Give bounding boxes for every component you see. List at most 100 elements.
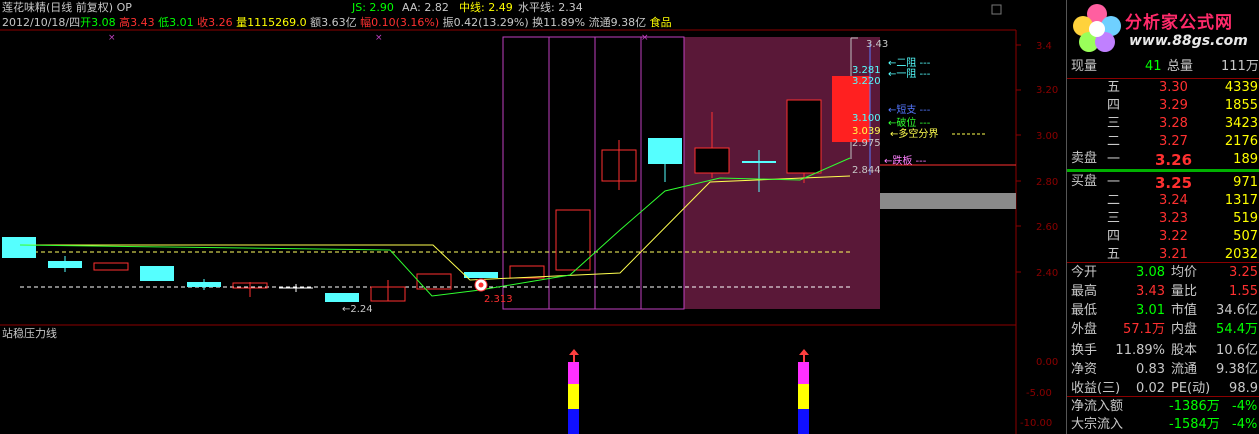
buy-level-1[interactable]: 一 3.25 971: [1067, 174, 1259, 192]
signal-bar: [798, 384, 809, 409]
price-axis-label: 2.40: [1036, 268, 1058, 279]
level-price: 3.29: [1159, 98, 1188, 113]
net-inflow-label: 净流入额: [1071, 399, 1124, 414]
stat-label: PE(动): [1171, 381, 1211, 396]
candlestick-chart[interactable]: × × × 3.43 3.281 3.220 ←二阻 --- ←一阻 --- ←…: [0, 0, 1066, 434]
stat-row: 换手 11.89% 股本 10.6亿: [1067, 342, 1259, 360]
candle: [648, 138, 682, 164]
price-axis-label: 3.00: [1036, 131, 1058, 142]
stat-value: 34.6亿: [1216, 303, 1258, 318]
buy-level-4[interactable]: 四 3.22 507: [1067, 228, 1259, 246]
candle: [325, 293, 359, 302]
buy-level-3[interactable]: 三 3.23 519: [1067, 210, 1259, 228]
level-3100: 3.100: [852, 113, 881, 124]
label-limit-down: ←跌板 ---: [884, 154, 927, 167]
stat-label: 量比: [1171, 284, 1198, 299]
indicator-axis-label: -5.00: [1026, 388, 1052, 399]
stock-title: 莲花味精(日线 前复权) OP: [2, 1, 132, 14]
chart-area[interactable]: × × × 3.43 3.281 3.220 ←二阻 --- ←一阻 --- ←…: [0, 0, 1066, 434]
stat-value: 0.83: [1136, 362, 1165, 377]
net-inflow-pct: -4%: [1232, 399, 1258, 414]
level-price: 3.25: [1155, 174, 1193, 192]
price-axis-label: 3.20: [1036, 85, 1058, 96]
level-volume: 507: [1233, 229, 1258, 244]
stat-label: 流通: [1171, 362, 1198, 377]
level-volume: 971: [1233, 175, 1258, 190]
stat-value: 3.43: [1136, 284, 1165, 299]
close-label: 收3.26: [197, 16, 233, 29]
header-line-2: 2012/10/18/四开3.08 高3.43 低3.01 收3.26 量111…: [2, 16, 702, 30]
marker-x-icon: ×: [641, 33, 649, 43]
sell-level-3[interactable]: 三 3.28 3423: [1067, 115, 1259, 133]
high-label: 高3.43: [119, 16, 155, 29]
signal-bar: [568, 362, 579, 384]
block-inflow-pct: -4%: [1232, 417, 1258, 432]
buy-level-5[interactable]: 五 3.21 2032: [1067, 246, 1259, 264]
level-label: 四: [1107, 98, 1121, 113]
turnover-label: 换11.89%: [532, 16, 586, 29]
label-first-resistance: ←一阻 ---: [888, 68, 931, 80]
block-inflow-label: 大宗流入: [1071, 417, 1124, 432]
signal-bar: [568, 409, 579, 434]
open-label: 开3.08: [80, 16, 116, 29]
block-inflow-value: -1584万: [1169, 417, 1220, 432]
label-short-support: ←短支 ---: [888, 103, 931, 116]
stat-value: 3.01: [1136, 303, 1165, 318]
total-volume-label: 总量: [1167, 59, 1194, 74]
level-3220: 3.220: [852, 76, 881, 87]
level-label: 一: [1107, 175, 1121, 190]
sector-label: 食品: [649, 16, 672, 29]
level-343: 3.43: [866, 39, 888, 50]
level-volume: 4339: [1224, 80, 1258, 95]
candle: [187, 282, 221, 287]
stat-label: 均价: [1171, 265, 1198, 280]
amount-label: 额3.63亿: [310, 16, 357, 29]
gray-band: [880, 193, 1016, 209]
level-price: 3.27: [1159, 134, 1188, 149]
level-price: 3.28: [1159, 116, 1188, 131]
site-logo: 分析家公式网 www.88gs.com: [1067, 0, 1259, 56]
level-volume: 2032: [1224, 247, 1258, 262]
amplitude-label: 振0.42(13.29%): [442, 16, 529, 29]
stat-label: 最高: [1071, 284, 1098, 299]
stat-row: 最低 3.01 市值 34.6亿: [1067, 302, 1259, 320]
sell-level-1[interactable]: 一 3.26 189: [1067, 151, 1259, 169]
marker-x-icon: ×: [108, 33, 116, 43]
level-label: 二: [1107, 134, 1121, 149]
indicator-title: 站稳压力线: [2, 327, 57, 340]
candle: [464, 272, 498, 278]
stat-value: 9.38亿: [1216, 362, 1258, 377]
midline-value: 中线: 2.49: [459, 1, 513, 14]
sell-level-4[interactable]: 四 3.29 1855: [1067, 97, 1259, 115]
logo-title: 分析家公式网: [1125, 13, 1233, 33]
volume-label: 量1115269.0: [236, 16, 307, 29]
stat-value: 54.4万: [1216, 322, 1258, 337]
level-2975: 2.975: [852, 138, 881, 149]
candle: [2, 237, 36, 258]
js-value: JS: 2.90: [352, 1, 394, 14]
quote-panel: 分析家公式网 www.88gs.com 现量 41 总量 111万 卖盘 买盘 …: [1066, 0, 1259, 434]
date-label: 2012/10/18/四: [2, 16, 81, 29]
signal-bar: [568, 384, 579, 409]
stat-row: 最高 3.43 量比 1.55: [1067, 283, 1259, 301]
label-second-resistance: ←二阻 ---: [888, 57, 931, 69]
sell-level-5[interactable]: 五 3.30 4339: [1067, 79, 1259, 97]
level-volume: 1317: [1224, 193, 1258, 208]
logo-url[interactable]: www.88gs.com: [1129, 33, 1248, 49]
candle: [48, 261, 82, 268]
level-price: 3.30: [1159, 80, 1188, 95]
float-label: 流通9.38亿: [588, 16, 647, 29]
buy-level-2[interactable]: 二 3.24 1317: [1067, 192, 1259, 210]
stat-label: 市值: [1171, 303, 1198, 318]
current-volume-value: 41: [1145, 59, 1162, 74]
level-price: 3.21: [1159, 247, 1188, 262]
level-label: 四: [1107, 229, 1121, 244]
low-label: 低3.01: [158, 16, 194, 29]
stat-label: 内盘: [1171, 322, 1198, 337]
marker-x-icon: ×: [375, 33, 383, 43]
stat-row: 外盘 57.1万 内盘 54.4万: [1067, 321, 1259, 339]
indicator-axis-label: 0.00: [1036, 357, 1058, 368]
price-axis-label: 3.4: [1036, 41, 1052, 52]
bid-ask-separator: [1067, 169, 1259, 172]
sell-level-2[interactable]: 二 3.27 2176: [1067, 133, 1259, 151]
